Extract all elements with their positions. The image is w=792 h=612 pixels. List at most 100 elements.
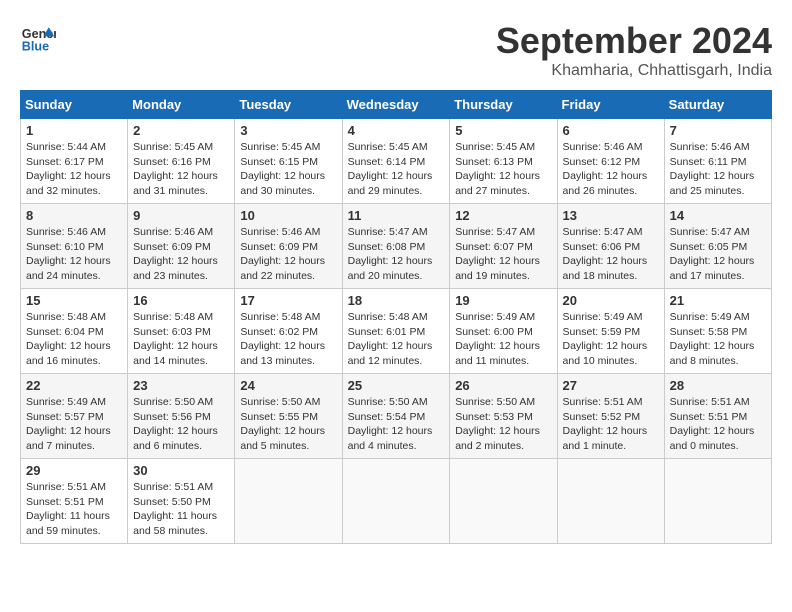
day-number: 27 (563, 378, 659, 393)
page-header: General Blue September 2024 Khamharia, C… (20, 20, 772, 80)
day-number: 22 (26, 378, 122, 393)
day-info: Sunrise: 5:46 AM Sunset: 6:09 PM Dayligh… (133, 225, 229, 284)
day-number: 15 (26, 293, 122, 308)
calendar-cell: 21 Sunrise: 5:49 AM Sunset: 5:58 PM Dayl… (664, 289, 771, 374)
day-info: Sunrise: 5:48 AM Sunset: 6:03 PM Dayligh… (133, 310, 229, 369)
day-info: Sunrise: 5:46 AM Sunset: 6:10 PM Dayligh… (26, 225, 122, 284)
calendar-cell (557, 459, 664, 544)
day-info: Sunrise: 5:50 AM Sunset: 5:53 PM Dayligh… (455, 395, 551, 454)
day-info: Sunrise: 5:49 AM Sunset: 5:57 PM Dayligh… (26, 395, 122, 454)
calendar-cell: 30 Sunrise: 5:51 AM Sunset: 5:50 PM Dayl… (128, 459, 235, 544)
month-title: September 2024 (496, 20, 772, 62)
day-info: Sunrise: 5:51 AM Sunset: 5:51 PM Dayligh… (26, 480, 122, 539)
logo-icon: General Blue (20, 20, 56, 56)
day-info: Sunrise: 5:51 AM Sunset: 5:51 PM Dayligh… (670, 395, 766, 454)
day-info: Sunrise: 5:48 AM Sunset: 6:02 PM Dayligh… (240, 310, 336, 369)
calendar-week-row: 1 Sunrise: 5:44 AM Sunset: 6:17 PM Dayli… (21, 119, 772, 204)
calendar-week-row: 22 Sunrise: 5:49 AM Sunset: 5:57 PM Dayl… (21, 374, 772, 459)
day-info: Sunrise: 5:45 AM Sunset: 6:13 PM Dayligh… (455, 140, 551, 199)
logo: General Blue (20, 20, 56, 56)
calendar-cell (450, 459, 557, 544)
calendar-cell: 26 Sunrise: 5:50 AM Sunset: 5:53 PM Dayl… (450, 374, 557, 459)
location-title: Khamharia, Chhattisgarh, India (496, 62, 772, 80)
calendar-cell: 3 Sunrise: 5:45 AM Sunset: 6:15 PM Dayli… (235, 119, 342, 204)
day-number: 10 (240, 208, 336, 223)
day-number: 14 (670, 208, 766, 223)
day-info: Sunrise: 5:49 AM Sunset: 6:00 PM Dayligh… (455, 310, 551, 369)
calendar-cell: 4 Sunrise: 5:45 AM Sunset: 6:14 PM Dayli… (342, 119, 450, 204)
day-info: Sunrise: 5:47 AM Sunset: 6:07 PM Dayligh… (455, 225, 551, 284)
day-number: 3 (240, 123, 336, 138)
day-number: 7 (670, 123, 766, 138)
day-number: 25 (348, 378, 445, 393)
day-number: 30 (133, 463, 229, 478)
weekday-header: Wednesday (342, 91, 450, 119)
day-number: 9 (133, 208, 229, 223)
day-info: Sunrise: 5:48 AM Sunset: 6:01 PM Dayligh… (348, 310, 445, 369)
calendar-table: SundayMondayTuesdayWednesdayThursdayFrid… (20, 90, 772, 544)
day-info: Sunrise: 5:45 AM Sunset: 6:15 PM Dayligh… (240, 140, 336, 199)
calendar-cell: 24 Sunrise: 5:50 AM Sunset: 5:55 PM Dayl… (235, 374, 342, 459)
day-number: 26 (455, 378, 551, 393)
day-info: Sunrise: 5:49 AM Sunset: 5:58 PM Dayligh… (670, 310, 766, 369)
weekday-header: Friday (557, 91, 664, 119)
day-info: Sunrise: 5:50 AM Sunset: 5:55 PM Dayligh… (240, 395, 336, 454)
calendar-cell: 8 Sunrise: 5:46 AM Sunset: 6:10 PM Dayli… (21, 204, 128, 289)
weekday-header: Monday (128, 91, 235, 119)
weekday-header-row: SundayMondayTuesdayWednesdayThursdayFrid… (21, 91, 772, 119)
calendar-cell: 2 Sunrise: 5:45 AM Sunset: 6:16 PM Dayli… (128, 119, 235, 204)
day-number: 20 (563, 293, 659, 308)
day-info: Sunrise: 5:50 AM Sunset: 5:56 PM Dayligh… (133, 395, 229, 454)
calendar-cell: 19 Sunrise: 5:49 AM Sunset: 6:00 PM Dayl… (450, 289, 557, 374)
calendar-cell: 12 Sunrise: 5:47 AM Sunset: 6:07 PM Dayl… (450, 204, 557, 289)
weekday-header: Sunday (21, 91, 128, 119)
calendar-week-row: 8 Sunrise: 5:46 AM Sunset: 6:10 PM Dayli… (21, 204, 772, 289)
calendar-cell: 29 Sunrise: 5:51 AM Sunset: 5:51 PM Dayl… (21, 459, 128, 544)
day-info: Sunrise: 5:47 AM Sunset: 6:05 PM Dayligh… (670, 225, 766, 284)
day-info: Sunrise: 5:45 AM Sunset: 6:16 PM Dayligh… (133, 140, 229, 199)
calendar-cell: 13 Sunrise: 5:47 AM Sunset: 6:06 PM Dayl… (557, 204, 664, 289)
day-number: 1 (26, 123, 122, 138)
calendar-cell: 14 Sunrise: 5:47 AM Sunset: 6:05 PM Dayl… (664, 204, 771, 289)
day-info: Sunrise: 5:48 AM Sunset: 6:04 PM Dayligh… (26, 310, 122, 369)
calendar-cell: 5 Sunrise: 5:45 AM Sunset: 6:13 PM Dayli… (450, 119, 557, 204)
day-number: 8 (26, 208, 122, 223)
calendar-cell: 22 Sunrise: 5:49 AM Sunset: 5:57 PM Dayl… (21, 374, 128, 459)
day-info: Sunrise: 5:45 AM Sunset: 6:14 PM Dayligh… (348, 140, 445, 199)
day-info: Sunrise: 5:51 AM Sunset: 5:52 PM Dayligh… (563, 395, 659, 454)
day-number: 21 (670, 293, 766, 308)
weekday-header: Tuesday (235, 91, 342, 119)
day-number: 19 (455, 293, 551, 308)
calendar-week-row: 15 Sunrise: 5:48 AM Sunset: 6:04 PM Dayl… (21, 289, 772, 374)
calendar-cell: 7 Sunrise: 5:46 AM Sunset: 6:11 PM Dayli… (664, 119, 771, 204)
day-number: 29 (26, 463, 122, 478)
svg-text:Blue: Blue (22, 40, 49, 54)
calendar-cell: 23 Sunrise: 5:50 AM Sunset: 5:56 PM Dayl… (128, 374, 235, 459)
weekday-header: Saturday (664, 91, 771, 119)
calendar-cell: 27 Sunrise: 5:51 AM Sunset: 5:52 PM Dayl… (557, 374, 664, 459)
day-number: 23 (133, 378, 229, 393)
title-area: September 2024 Khamharia, Chhattisgarh, … (496, 20, 772, 80)
calendar-cell (664, 459, 771, 544)
day-number: 17 (240, 293, 336, 308)
day-info: Sunrise: 5:47 AM Sunset: 6:06 PM Dayligh… (563, 225, 659, 284)
day-number: 5 (455, 123, 551, 138)
day-info: Sunrise: 5:44 AM Sunset: 6:17 PM Dayligh… (26, 140, 122, 199)
calendar-cell: 11 Sunrise: 5:47 AM Sunset: 6:08 PM Dayl… (342, 204, 450, 289)
day-number: 24 (240, 378, 336, 393)
calendar-cell: 1 Sunrise: 5:44 AM Sunset: 6:17 PM Dayli… (21, 119, 128, 204)
day-info: Sunrise: 5:50 AM Sunset: 5:54 PM Dayligh… (348, 395, 445, 454)
day-info: Sunrise: 5:47 AM Sunset: 6:08 PM Dayligh… (348, 225, 445, 284)
calendar-cell: 25 Sunrise: 5:50 AM Sunset: 5:54 PM Dayl… (342, 374, 450, 459)
calendar-cell: 6 Sunrise: 5:46 AM Sunset: 6:12 PM Dayli… (557, 119, 664, 204)
calendar-cell: 18 Sunrise: 5:48 AM Sunset: 6:01 PM Dayl… (342, 289, 450, 374)
day-info: Sunrise: 5:46 AM Sunset: 6:09 PM Dayligh… (240, 225, 336, 284)
calendar-cell (235, 459, 342, 544)
day-info: Sunrise: 5:46 AM Sunset: 6:12 PM Dayligh… (563, 140, 659, 199)
day-number: 16 (133, 293, 229, 308)
day-number: 4 (348, 123, 445, 138)
day-number: 12 (455, 208, 551, 223)
calendar-cell: 28 Sunrise: 5:51 AM Sunset: 5:51 PM Dayl… (664, 374, 771, 459)
day-info: Sunrise: 5:46 AM Sunset: 6:11 PM Dayligh… (670, 140, 766, 199)
calendar-cell: 9 Sunrise: 5:46 AM Sunset: 6:09 PM Dayli… (128, 204, 235, 289)
